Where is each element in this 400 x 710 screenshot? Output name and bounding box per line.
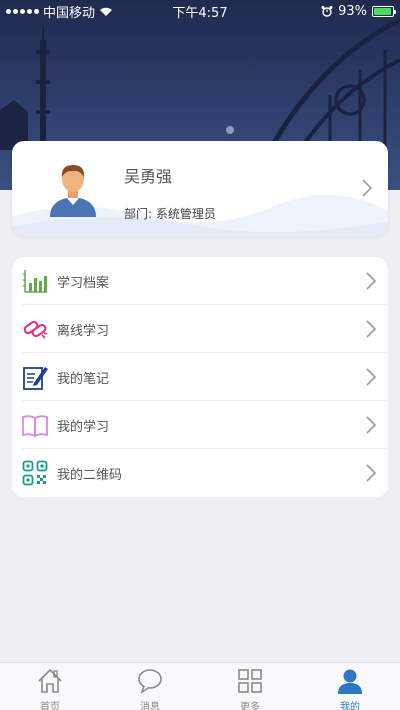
tab-label: 我的 [340,702,360,710]
status-right: 93% [254,3,396,19]
tab-home[interactable]: 首页 [0,663,100,710]
user-name: 吴勇强 [124,167,173,186]
menu-item-label: 离线学习 [57,323,110,339]
menu-item-my-study[interactable]: 我的学习 [12,401,388,449]
wifi-icon [100,7,113,16]
battery-percent: 93% [338,3,367,19]
menu-item-label: 我的笔记 [57,371,110,387]
open-book-icon [22,415,48,438]
status-bar: 中国移动 下午4:57 93% [0,0,400,22]
menu-item-my-notes[interactable]: 我的笔记 [12,353,388,401]
signal-strength-icon [6,8,39,14]
notebook-pen-icon [23,367,48,390]
menu-item-offline-study[interactable]: 离线学习 [12,305,388,353]
tab-messages[interactable]: 消息 [100,663,200,710]
tab-more[interactable]: 更多 [200,663,300,710]
grid-icon [238,669,262,693]
bar-chart-icon [23,270,47,293]
tab-mine[interactable]: 我的 [300,663,400,710]
person-icon [338,669,362,694]
alarm-clock-icon [321,6,333,17]
chevron-right-icon [366,368,376,386]
chevron-right-icon [366,416,376,434]
bottom-tab-bar: 首页 消息 更多 我的 [0,662,400,710]
user-department: 部门: 系统管理员 [124,205,216,222]
menu-item-my-qr-code[interactable]: 我的二维码 [12,449,388,497]
chevron-right-icon [366,272,376,290]
battery-icon [372,5,396,17]
chevron-right-icon [366,464,376,482]
chevron-right-icon [366,320,376,338]
chevron-right-icon [362,179,372,197]
battery-level [374,7,391,15]
menu-item-label: 学习档案 [57,275,110,291]
tab-label: 消息 [140,702,160,710]
message-icon [138,669,162,694]
department-label: 部门: [124,207,153,221]
home-icon [38,668,62,693]
profile-card[interactable]: 吴勇强 部门: 系统管理员 [12,141,388,237]
qr-code-icon [22,460,48,486]
menu-item-label: 我的学习 [57,419,110,435]
menu-item-study-record[interactable]: 学习档案 [12,257,388,305]
menu-item-label: 我的二维码 [57,467,123,483]
carrier-name: 中国移动 [43,5,96,21]
offline-link-icon [23,320,48,339]
tab-label: 首页 [40,702,60,710]
menu-card: 学习档案 离线学习 我的笔记 我的学习 我的二维码 [12,257,388,497]
status-left: 中国移动 [6,2,146,21]
avatar [50,165,96,217]
department-value: 系统管理员 [155,207,216,221]
status-time: 下午4:57 [172,5,228,21]
tab-label: 更多 [240,702,260,710]
